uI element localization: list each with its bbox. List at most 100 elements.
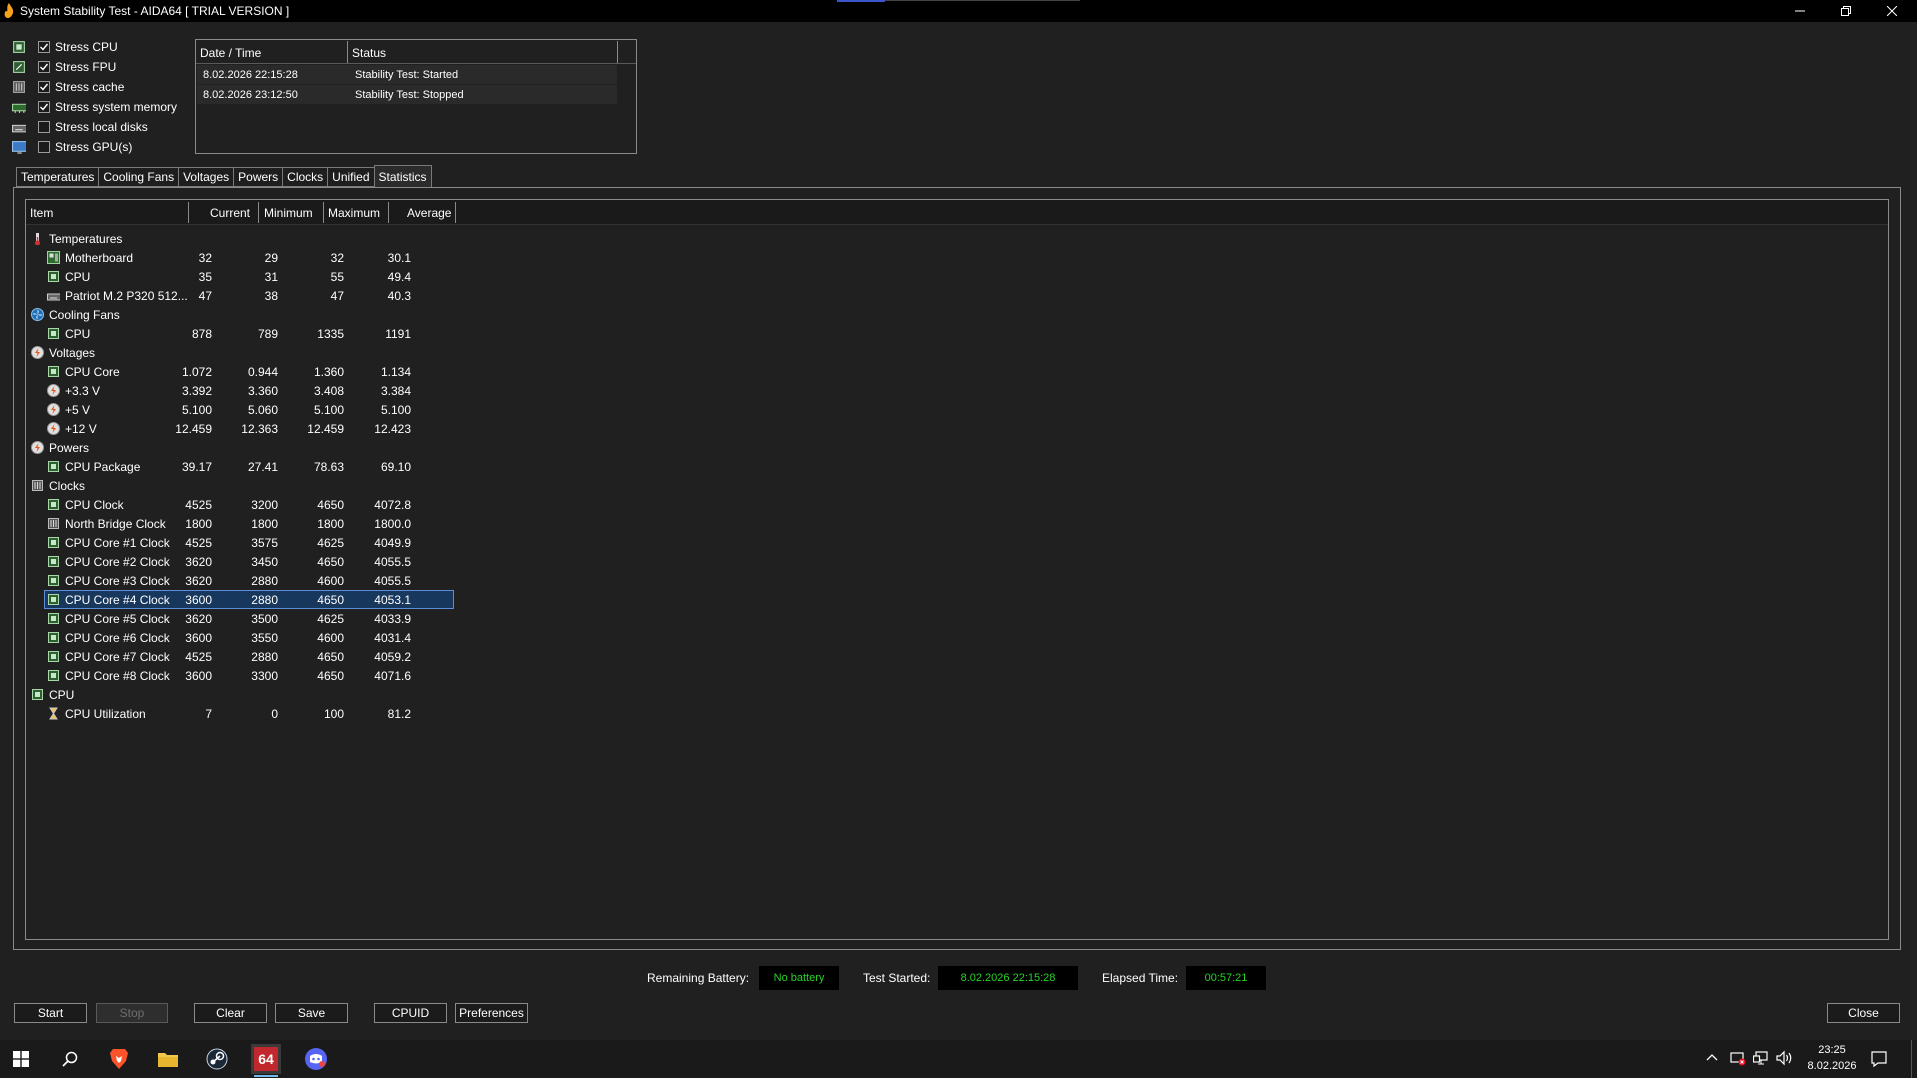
window-close-button[interactable]: [1869, 0, 1915, 22]
tab-cooling-fans[interactable]: Cooling Fans: [98, 167, 179, 187]
stress-option-row[interactable]: Stress local disks: [12, 118, 148, 136]
group-row[interactable]: Powers: [26, 438, 456, 457]
cpuid-button[interactable]: CPUID: [374, 1003, 447, 1023]
table-row[interactable]: Motherboard 32 29 32 30.1: [26, 248, 456, 267]
stress-option-row[interactable]: Stress system memory: [12, 98, 177, 116]
col-current[interactable]: Current: [210, 206, 250, 220]
value-current: 3620: [185, 555, 212, 569]
column-separator: [188, 202, 189, 223]
tab-powers[interactable]: Powers: [233, 167, 283, 187]
security-tray-button[interactable]: [1730, 1050, 1746, 1069]
value-average: 1800.0: [374, 517, 411, 531]
group-row[interactable]: Cooling Fans: [26, 305, 456, 324]
start-button[interactable]: Start: [14, 1003, 87, 1023]
group-row[interactable]: CPU: [26, 685, 456, 704]
tab-strip: Temperatures Cooling Fans Voltages Powers Cl…: [16, 165, 432, 187]
show-hidden-icons-button[interactable]: [1706, 1052, 1718, 1065]
notifications-button[interactable]: [1870, 1050, 1888, 1071]
cpu-chip-icon: [12, 40, 28, 54]
table-row[interactable]: +12 V 12.459 12.363 12.459 12.423: [26, 419, 456, 438]
save-button[interactable]: Save: [275, 1003, 348, 1023]
brave-lion-icon: [110, 1049, 128, 1069]
table-row[interactable]: CPU Core #4 Clock 3600 2880 4650 4053.1: [26, 590, 456, 609]
stress-option-row[interactable]: Stress CPU: [12, 38, 118, 56]
log-row[interactable]: 8.02.2026 23:12:50 Stability Test: Stopp…: [197, 85, 617, 104]
stress-option-row[interactable]: Stress GPU(s): [12, 138, 132, 156]
stress-option-row[interactable]: Stress cache: [12, 78, 124, 96]
log-row[interactable]: 8.02.2026 22:15:28 Stability Test: Start…: [197, 65, 617, 84]
group-row[interactable]: Clocks: [26, 476, 456, 495]
table-row[interactable]: North Bridge Clock 1800 1800 1800 1800.0: [26, 514, 456, 533]
value-average: 4071.6: [374, 669, 411, 683]
table-row[interactable]: CPU 35 31 55 49.4: [26, 267, 456, 286]
log-col-datetime[interactable]: Date / Time: [200, 46, 261, 60]
value-average: 4055.5: [374, 555, 411, 569]
value-maximum: 5.100: [313, 403, 344, 417]
table-row[interactable]: CPU 878 789 1335 1191: [26, 324, 456, 343]
group-row[interactable]: Voltages: [26, 343, 456, 362]
stress-checkbox[interactable]: [38, 141, 50, 153]
clear-button[interactable]: Clear: [194, 1003, 267, 1023]
table-row[interactable]: CPU Core 1.072 0.944 1.360 1.134: [26, 362, 456, 381]
clock-tray-button[interactable]: 23:25 8.02.2026: [1807, 1044, 1857, 1072]
tab-temperatures[interactable]: Temperatures: [16, 167, 99, 187]
value-minimum: 29: [264, 251, 278, 265]
table-row[interactable]: CPU Core #1 Clock 4525 3575 4625 4049.9: [26, 533, 456, 552]
column-separator: [323, 202, 324, 223]
table-row[interactable]: CPU Core #6 Clock 3600 3550 4600 4031.4: [26, 628, 456, 647]
brave-browser-button[interactable]: [104, 1044, 134, 1074]
table-row[interactable]: +5 V 5.100 5.060 5.100 5.100: [26, 400, 456, 419]
table-row[interactable]: CPU Utilization 7 0 100 81.2: [26, 704, 456, 723]
table-row[interactable]: CPU Package 39.17 27.41 78.63 69.10: [26, 457, 456, 476]
show-desktop-button[interactable]: [1911, 1040, 1912, 1078]
stress-checkbox[interactable]: [38, 61, 50, 73]
value-maximum: 4650: [317, 498, 344, 512]
col-average[interactable]: Average: [407, 206, 451, 220]
thermometer-icon: [31, 232, 44, 246]
table-row[interactable]: CPU Core #5 Clock 3620 3500 4625 4033.9: [26, 609, 456, 628]
col-minimum[interactable]: Minimum: [264, 206, 313, 220]
table-row[interactable]: Patriot M.2 P320 512... 47 38 47 40.3: [26, 286, 456, 305]
value-maximum: 4650: [317, 650, 344, 664]
volume-tray-button[interactable]: [1776, 1050, 1794, 1069]
table-row[interactable]: CPU Core #2 Clock 3620 3450 4650 4055.5: [26, 552, 456, 571]
stress-checkbox[interactable]: [38, 41, 50, 53]
table-row[interactable]: CPU Core #8 Clock 3600 3300 4650 4071.6: [26, 666, 456, 685]
stress-checkbox[interactable]: [38, 101, 50, 113]
value-average: 4033.9: [374, 612, 411, 626]
start-menu-button[interactable]: [6, 1044, 36, 1074]
group-row[interactable]: Temperatures: [26, 229, 456, 248]
elapsed-time-value: 00:57:21: [1186, 966, 1266, 990]
preferences-button[interactable]: Preferences: [455, 1003, 528, 1023]
table-row[interactable]: CPU Clock 4525 3200 4650 4072.8: [26, 495, 456, 514]
col-item[interactable]: Item: [30, 206, 53, 220]
discord-button[interactable]: [301, 1044, 331, 1074]
value-maximum: 4600: [317, 631, 344, 645]
stress-checkbox[interactable]: [38, 121, 50, 133]
tray-date: 8.02.2026: [1807, 1060, 1857, 1072]
stress-option-row[interactable]: Stress FPU: [12, 58, 116, 76]
table-row[interactable]: +3.3 V 3.392 3.360 3.408 3.384: [26, 381, 456, 400]
network-tray-button[interactable]: [1752, 1050, 1769, 1069]
value-average: 49.4: [387, 270, 411, 284]
table-row[interactable]: CPU Core #7 Clock 4525 2880 4650 4059.2: [26, 647, 456, 666]
value-minimum: 3.360: [247, 384, 278, 398]
log-col-status[interactable]: Status: [352, 46, 386, 60]
aida64-taskbar-button[interactable]: 64: [251, 1044, 281, 1077]
restore-button[interactable]: [1823, 0, 1869, 22]
steam-button[interactable]: [202, 1044, 232, 1074]
stress-checkbox[interactable]: [38, 81, 50, 93]
tab-statistics[interactable]: Statistics: [373, 165, 432, 187]
battery-value: No battery: [759, 966, 839, 990]
minimize-button[interactable]: [1777, 0, 1823, 22]
item-name: CPU Core: [65, 365, 120, 379]
stop-button[interactable]: Stop: [96, 1003, 168, 1023]
search-button[interactable]: [55, 1044, 85, 1074]
table-row[interactable]: CPU Core #3 Clock 3620 2880 4600 4055.5: [26, 571, 456, 590]
col-maximum[interactable]: Maximum: [328, 206, 380, 220]
close-button[interactable]: Close: [1827, 1003, 1900, 1023]
tab-voltages[interactable]: Voltages: [178, 167, 234, 187]
tab-unified[interactable]: Unified: [327, 167, 374, 187]
file-explorer-button[interactable]: [153, 1044, 183, 1074]
tab-clocks[interactable]: Clocks: [282, 167, 328, 187]
